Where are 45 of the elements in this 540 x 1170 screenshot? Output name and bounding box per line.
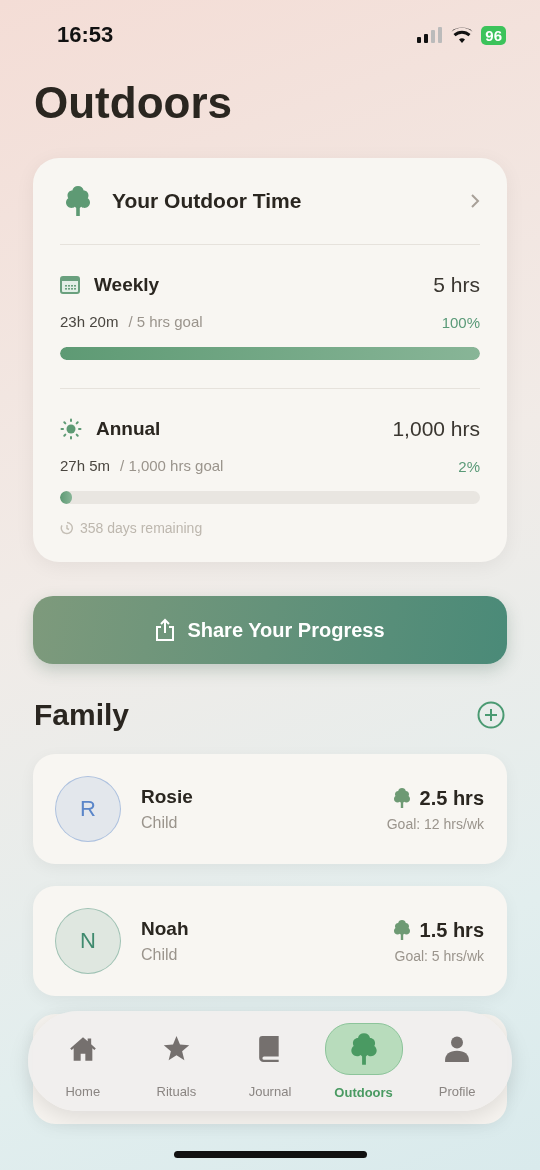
member-name: Noah <box>141 918 190 940</box>
person-icon <box>445 1035 470 1062</box>
status-time: 16:53 <box>57 22 114 48</box>
goal-target: 5 hrs <box>433 273 480 297</box>
avatar: N <box>55 908 121 974</box>
days-remaining: 358 days remaining <box>80 520 203 536</box>
goal-percent: 100% <box>441 313 480 331</box>
goal-label: Weekly <box>94 274 160 296</box>
member-goal: Goal: 12 hrs/wk <box>386 816 484 832</box>
avatar: R <box>55 776 121 842</box>
member-goal: Goal: 5 hrs/wk <box>394 948 484 964</box>
goal-percent: 2% <box>458 457 480 475</box>
member-role: Child <box>141 946 179 964</box>
section-title: Family <box>34 698 130 732</box>
tab[interactable]: Profile <box>417 1023 498 1099</box>
tab[interactable]: Rituals <box>136 1023 217 1099</box>
member-card[interactable]: N Noah Child 1.5 hrs Goal: 5 hrs/wk <box>33 886 507 996</box>
add-button[interactable] <box>477 701 505 729</box>
tab[interactable]: Home <box>42 1023 123 1099</box>
outdoor-time-card[interactable]: Your Outdoor Time Weekly 5 hrs 23h 20m / 5 hrs goal 100% Annual 1,000 hrs 27h 5m / 1,000 hrs goal 2% 358 days remaining <box>33 158 507 562</box>
goal-text: / 1,000 hrs goal <box>120 457 224 474</box>
battery-level: 96 <box>481 25 506 45</box>
goal-text: / 5 hrs goal <box>128 313 203 330</box>
member-card[interactable]: R Rosie Child 2.5 hrs Goal: 12 hrs/wk <box>33 754 507 864</box>
star-icon <box>162 1035 190 1062</box>
book-icon <box>259 1035 281 1062</box>
time-done: 23h 20m <box>60 313 119 330</box>
goal-target: 1,000 hrs <box>392 417 480 441</box>
timer-icon <box>60 521 74 535</box>
goal-label: Annual <box>96 418 161 440</box>
card-title: Your Outdoor Time <box>112 189 303 213</box>
member-hours: 1.5 hrs <box>419 918 484 942</box>
time-done: 27h 5m <box>60 457 111 474</box>
sun-icon <box>60 418 82 440</box>
page-title: Outdoors <box>34 78 233 128</box>
member-name: Rosie <box>141 786 194 808</box>
tab[interactable]: Journal <box>230 1023 310 1099</box>
home-icon <box>68 1035 97 1062</box>
calendar-icon <box>60 276 80 294</box>
chevron-right-icon <box>470 193 480 209</box>
signal-icon <box>417 27 444 43</box>
member-hours: 2.5 hrs <box>419 786 484 810</box>
share-button[interactable]: Share Your Progress <box>33 596 507 664</box>
member-role: Child <box>141 814 179 832</box>
share-icon <box>155 618 176 642</box>
